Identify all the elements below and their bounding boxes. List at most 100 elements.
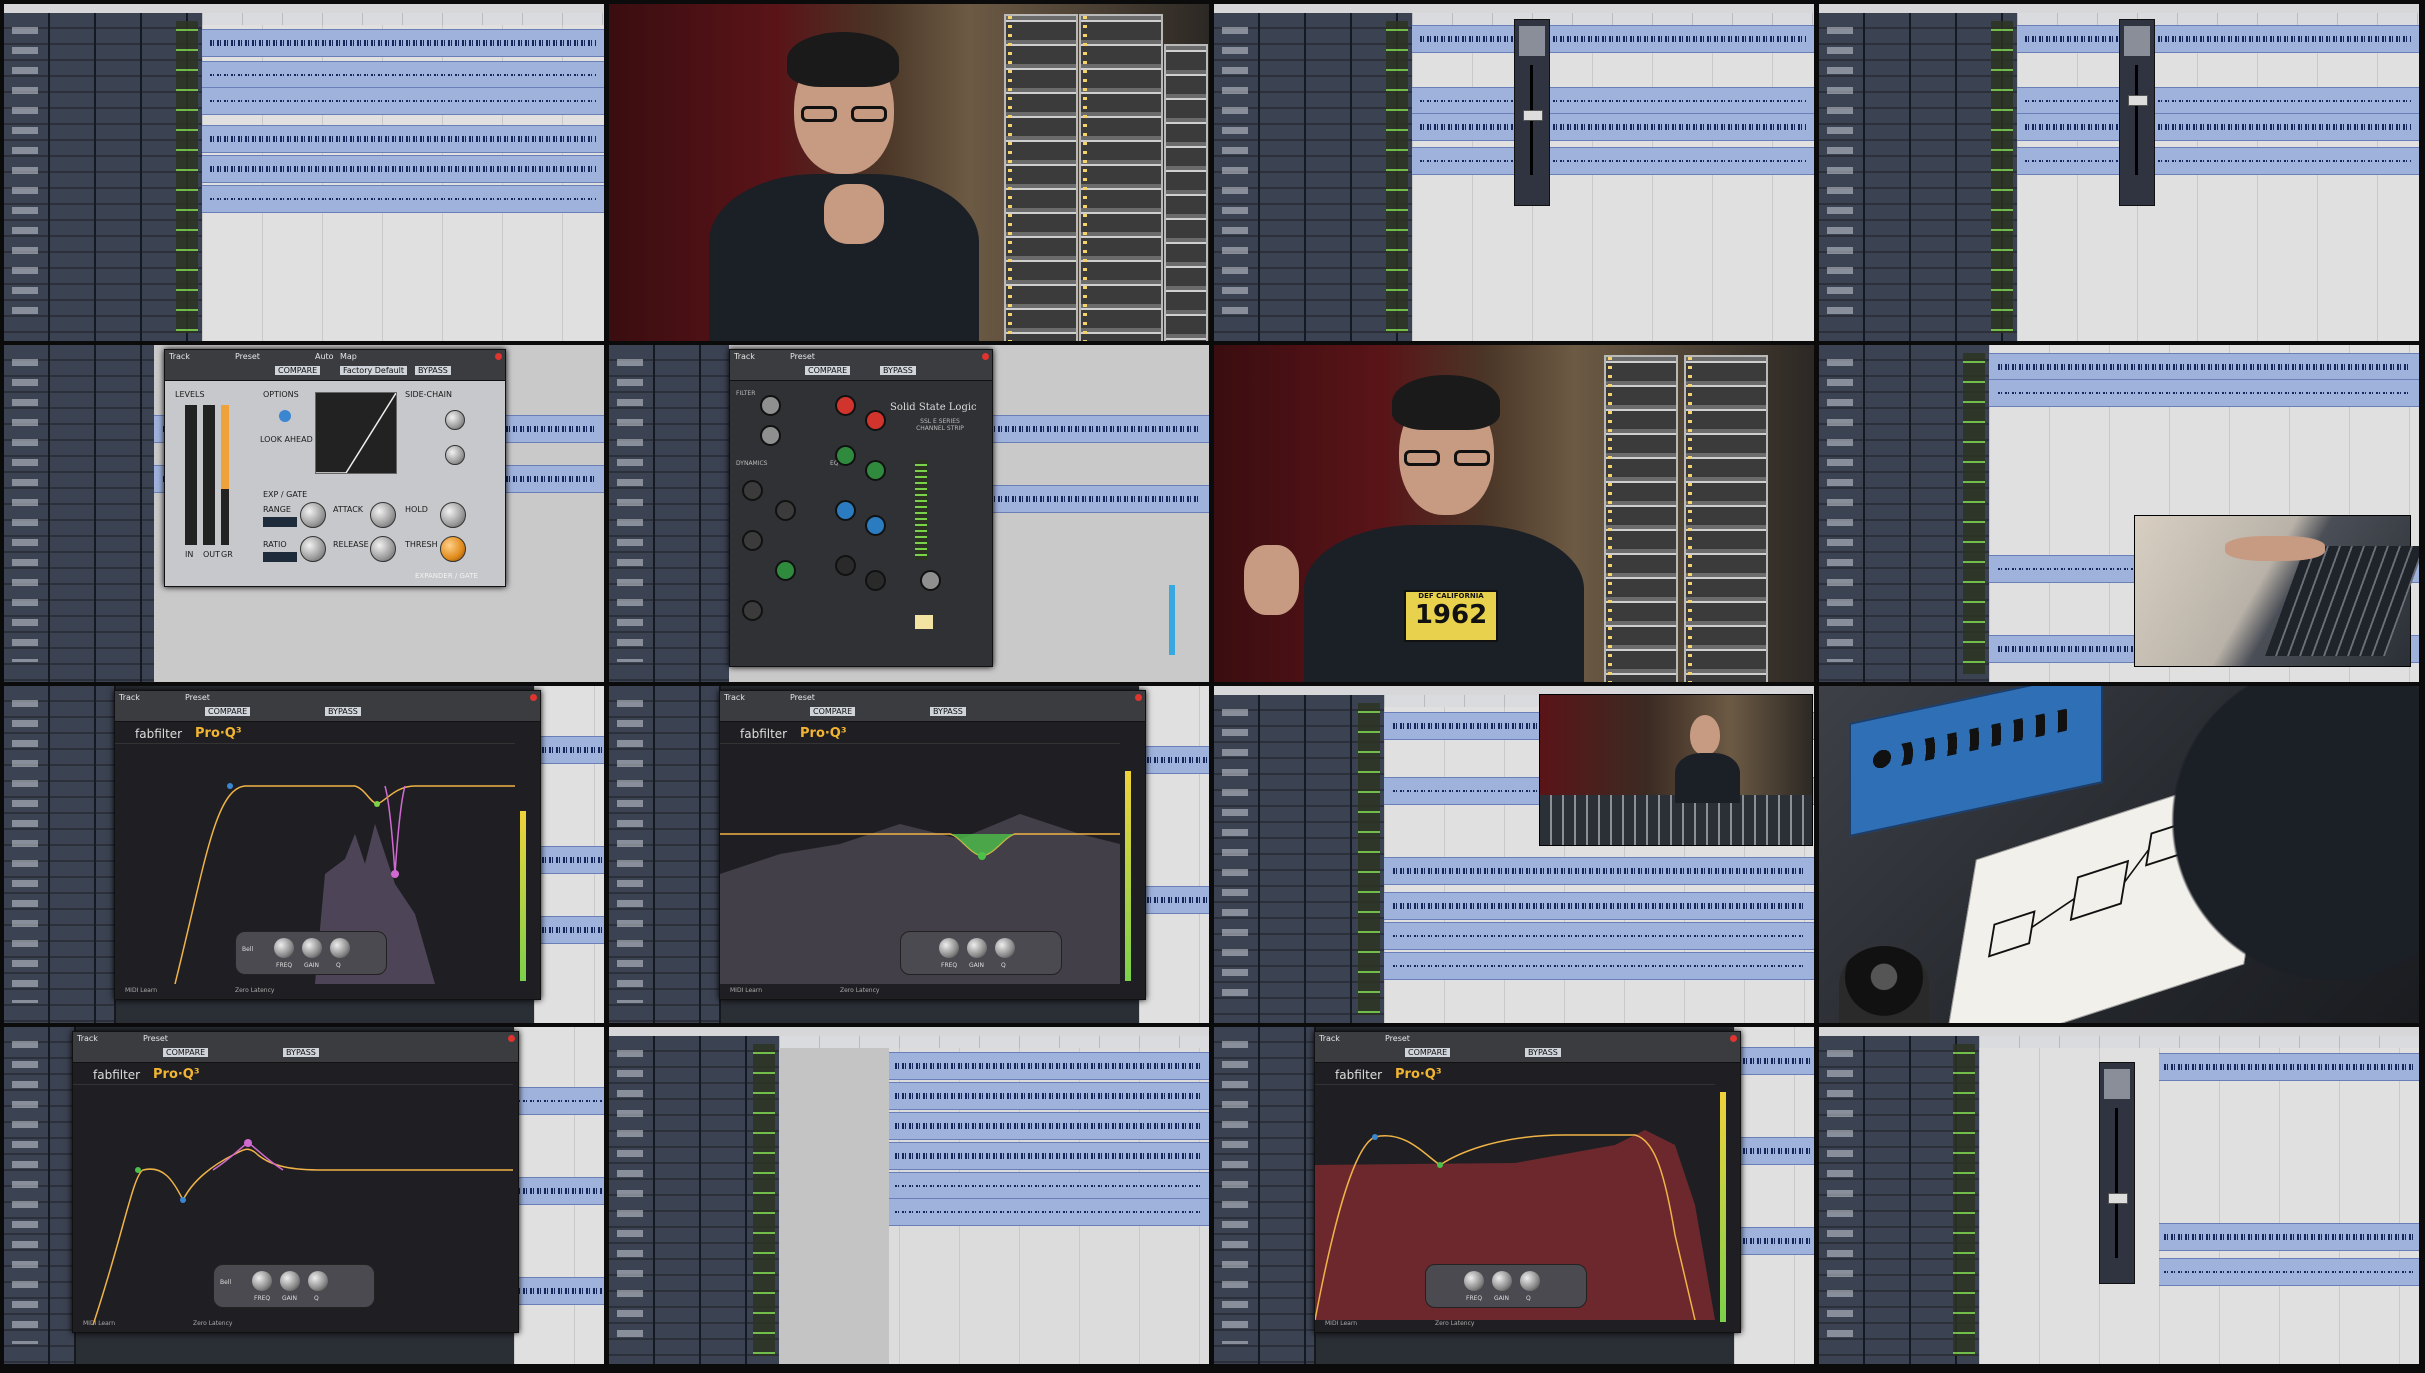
mix-window[interactable] — [1214, 13, 1414, 341]
audio-clip[interactable] — [1989, 379, 2419, 407]
edit-window[interactable] — [534, 686, 604, 1023]
audio-clip[interactable] — [889, 1052, 1209, 1080]
look-ahead-toggle[interactable] — [279, 410, 291, 422]
gain-knob[interactable] — [302, 938, 322, 958]
hf-freq-knob[interactable] — [865, 410, 886, 431]
hmf-freq-knob[interactable] — [865, 460, 886, 481]
edit-window[interactable] — [779, 1048, 1209, 1364]
bypass-button[interactable]: BYPASS — [325, 707, 361, 716]
close-icon[interactable] — [530, 694, 537, 701]
bypass-button[interactable]: BYPASS — [283, 1048, 319, 1057]
output-fader-window[interactable] — [2119, 19, 2155, 206]
audio-clip[interactable] — [1734, 1227, 1814, 1255]
edit-window[interactable] — [1979, 1048, 2419, 1364]
hpf-knob[interactable] — [760, 395, 781, 416]
audio-clip[interactable] — [534, 736, 604, 764]
mix-window[interactable] — [609, 686, 721, 1023]
compare-button[interactable]: COMPARE — [805, 366, 851, 375]
range-knob[interactable] — [300, 502, 326, 528]
audio-clip[interactable] — [889, 1082, 1209, 1110]
audio-clip[interactable] — [1384, 952, 1814, 980]
compare-button[interactable]: COMPARE — [275, 366, 321, 375]
output-gain-knob[interactable] — [920, 570, 941, 591]
edit-window[interactable] — [514, 1027, 604, 1364]
mix-window[interactable] — [1214, 1027, 1316, 1364]
lf-gain-knob[interactable] — [835, 555, 856, 576]
gain-knob[interactable] — [280, 1271, 300, 1291]
audio-clip[interactable] — [1734, 1047, 1814, 1075]
ratio-knob[interactable] — [300, 536, 326, 562]
audio-clip[interactable] — [1384, 922, 1814, 950]
lf-freq-knob[interactable] — [865, 570, 886, 591]
hold-knob[interactable] — [440, 502, 466, 528]
audio-clip[interactable] — [514, 1087, 604, 1115]
lmf-freq-knob[interactable] — [865, 515, 886, 536]
mix-window[interactable] — [1819, 1036, 1981, 1364]
factory-default-button[interactable]: Factory Default — [340, 366, 407, 375]
midi-learn-button[interactable]: MIDI Learn — [1325, 1320, 1357, 1327]
midi-learn-button[interactable]: MIDI Learn — [730, 987, 762, 994]
audio-clip[interactable] — [2017, 25, 2419, 53]
audio-clip[interactable] — [1412, 87, 1814, 115]
audio-clip[interactable] — [2017, 147, 2419, 175]
side-chain-knob[interactable] — [445, 445, 465, 465]
audio-clip[interactable] — [2159, 1223, 2419, 1251]
mix-window[interactable] — [4, 345, 156, 682]
lpf-knob[interactable] — [760, 425, 781, 446]
audio-clip[interactable] — [514, 1277, 604, 1305]
bypass-button[interactable]: BYPASS — [415, 366, 451, 375]
phase-button[interactable] — [915, 615, 933, 629]
hmf-gain-knob[interactable] — [835, 445, 856, 466]
release-knob[interactable] — [370, 536, 396, 562]
freq-knob[interactable] — [274, 938, 294, 958]
latency-mode[interactable]: Zero Latency — [235, 987, 274, 994]
close-icon[interactable] — [1730, 1035, 1737, 1042]
q-knob[interactable] — [330, 938, 350, 958]
audio-clip[interactable] — [1412, 147, 1814, 175]
audio-clip[interactable] — [1734, 1137, 1814, 1165]
latency-mode[interactable]: Zero Latency — [840, 987, 879, 994]
close-icon[interactable] — [495, 353, 502, 360]
q-knob[interactable] — [308, 1271, 328, 1291]
compare-button[interactable]: COMPARE — [163, 1048, 209, 1057]
close-icon[interactable] — [1135, 694, 1142, 701]
audio-clip[interactable] — [2017, 113, 2419, 141]
gain-knob[interactable] — [1492, 1271, 1512, 1291]
midi-learn-button[interactable]: MIDI Learn — [125, 987, 157, 994]
volume-fader[interactable] — [2108, 1193, 2128, 1204]
audio-clip[interactable] — [202, 61, 604, 89]
threshold-knob[interactable] — [775, 500, 796, 521]
proq3-plugin-window[interactable]: Track Preset COMPARE BYPASS fabfilter Pr… — [72, 1031, 519, 1333]
release-knob[interactable] — [742, 530, 763, 551]
proq3-plugin-window[interactable]: Track Preset COMPARE BYPASS fabfilter Pr… — [1314, 1031, 1741, 1333]
audio-clip[interactable] — [534, 846, 604, 874]
bypass-button[interactable]: BYPASS — [1525, 1048, 1561, 1057]
audio-clip[interactable] — [1412, 25, 1814, 53]
ratio-knob[interactable] — [742, 480, 763, 501]
q-knob[interactable] — [1520, 1271, 1540, 1291]
mix-window[interactable] — [1819, 345, 1991, 682]
lmf-gain-knob[interactable] — [835, 500, 856, 521]
proq3-plugin-window[interactable]: Track Preset COMPARE BYPASS fabfilter Pr… — [719, 690, 1146, 1000]
audio-clip[interactable] — [1384, 892, 1814, 920]
side-chain-knob[interactable] — [445, 410, 465, 430]
audio-clip[interactable] — [202, 185, 604, 213]
edit-window[interactable] — [202, 25, 604, 341]
freq-knob[interactable] — [252, 1271, 272, 1291]
audio-clip[interactable] — [1384, 857, 1814, 885]
gain-knob[interactable] — [967, 938, 987, 958]
attack-knob[interactable] — [370, 502, 396, 528]
audio-clip[interactable] — [889, 1142, 1209, 1170]
freq-knob[interactable] — [1464, 1271, 1484, 1291]
audio-clip[interactable] — [534, 916, 604, 944]
midi-learn-button[interactable]: MIDI Learn — [83, 1320, 115, 1327]
mix-window[interactable] — [609, 345, 731, 682]
audio-clip[interactable] — [2159, 1258, 2419, 1286]
compare-button[interactable]: COMPARE — [810, 707, 856, 716]
bypass-button[interactable]: BYPASS — [930, 707, 966, 716]
audio-clip[interactable] — [889, 1172, 1209, 1200]
proq3-plugin-window[interactable]: Track Preset COMPARE BYPASS fabfilter Pr… — [114, 690, 541, 1000]
audio-clip[interactable] — [889, 1112, 1209, 1140]
audio-clip[interactable] — [1139, 886, 1209, 914]
audio-clip[interactable] — [202, 29, 604, 57]
